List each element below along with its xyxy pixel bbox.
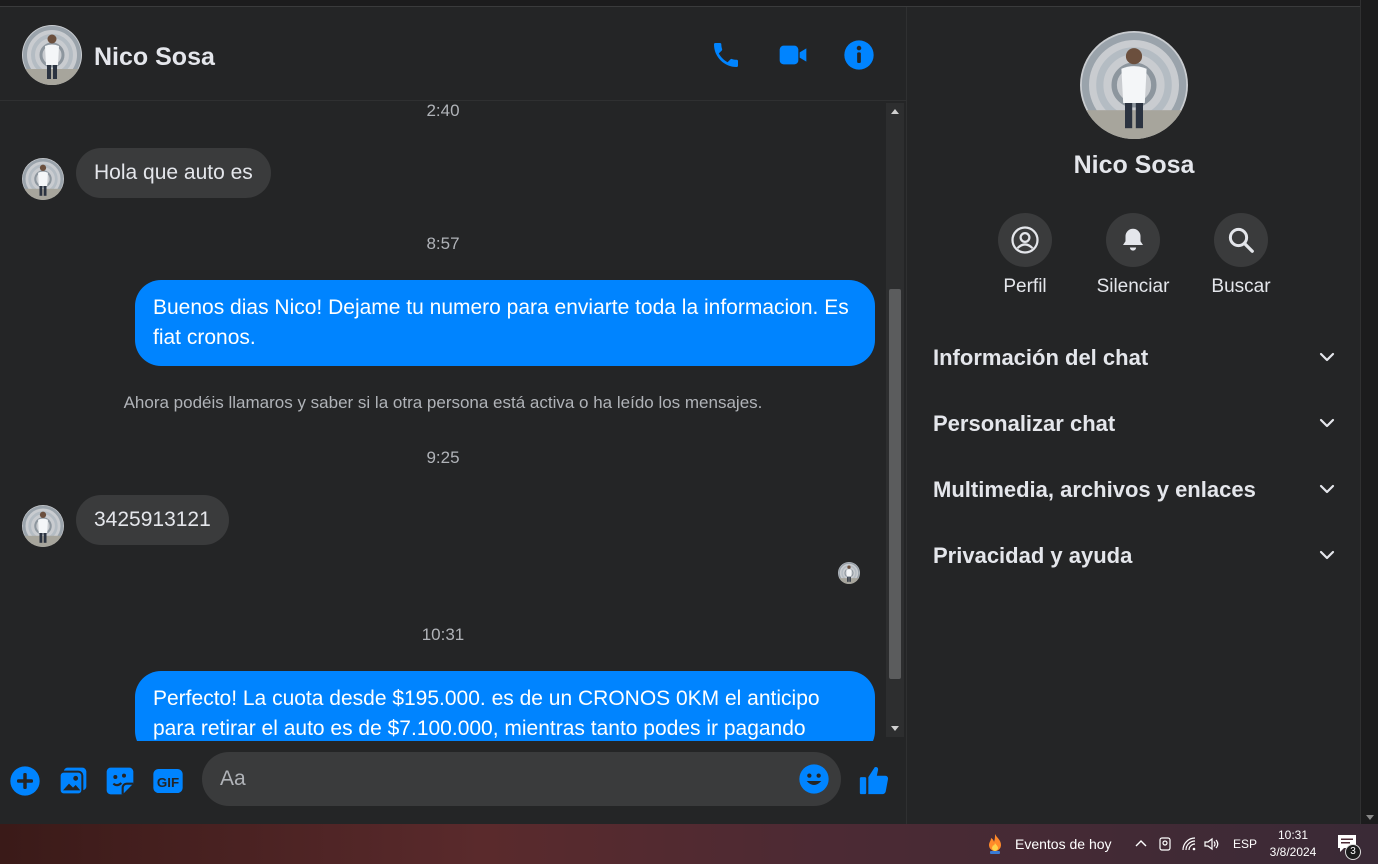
page-scrollbar[interactable] (1360, 0, 1378, 824)
mute-label: Silenciar (1096, 276, 1170, 297)
search-action[interactable]: Buscar (1187, 213, 1295, 298)
chat-scrollbar[interactable] (886, 103, 904, 737)
section-title: Personalizar chat (933, 411, 1116, 436)
chevron-up-icon[interactable] (1134, 824, 1148, 864)
thumbs-up-icon[interactable] (857, 763, 891, 797)
message-list: 2:40 Hola que auto es 8:57 Buenos dias N… (0, 101, 886, 741)
info-icon[interactable] (843, 39, 875, 71)
bell-icon[interactable] (1106, 213, 1160, 267)
message-input[interactable] (220, 752, 790, 806)
clock-date: 3/8/2024 (1269, 845, 1317, 859)
section-chat-info[interactable]: Información del chat (933, 337, 1337, 377)
section-title: Información del chat (933, 345, 1149, 370)
chevron-down-icon[interactable] (1317, 479, 1337, 499)
system-notice: Ahora podéis llamaros y saber si la otra… (123, 393, 763, 412)
message-input-box[interactable] (202, 752, 841, 806)
chevron-down-icon[interactable] (1317, 413, 1337, 433)
section-title: Multimedia, archivos y enlaces (933, 477, 1256, 502)
system-clock[interactable]: 10:31 3/8/2024 (1262, 827, 1324, 861)
profile-label: Perfil (1003, 276, 1047, 297)
svg-text:GIF: GIF (157, 775, 179, 790)
calendar-widget[interactable]: Eventos de hoy (985, 824, 1112, 864)
sticker-icon[interactable] (104, 765, 136, 797)
meet-now-icon[interactable] (1158, 824, 1172, 864)
calendar-widget-label: Eventos de hoy (1015, 836, 1112, 852)
section-title: Privacidad y ayuda (933, 543, 1133, 568)
timestamp: 8:57 (426, 234, 460, 253)
profile-action[interactable]: Perfil (971, 213, 1079, 298)
scroll-up-arrow[interactable] (891, 109, 899, 114)
sender-avatar[interactable] (22, 505, 64, 547)
incoming-message[interactable]: 3425913121 (76, 495, 229, 545)
page-scroll-down-arrow[interactable] (1366, 815, 1374, 820)
outgoing-message[interactable]: Buenos dias Nico! Dejame tu numero para … (135, 280, 875, 366)
photo-icon[interactable] (57, 765, 89, 797)
gif-icon[interactable]: GIF (152, 765, 184, 797)
windows-taskbar: Eventos de hoy ESP 10:31 3/8/2024 3 (0, 824, 1378, 864)
flame-icon (989, 834, 1001, 854)
sender-avatar[interactable] (22, 158, 64, 200)
language-indicator[interactable]: ESP (1233, 824, 1257, 864)
top-edge (0, 0, 1360, 7)
wifi-icon[interactable] (1182, 824, 1198, 864)
mute-action[interactable]: Silenciar (1079, 213, 1187, 298)
notification-count-badge: 3 (1345, 844, 1361, 860)
scroll-down-arrow[interactable] (891, 726, 899, 731)
incoming-message[interactable]: Hola que auto es (76, 148, 271, 198)
messenger-window: Nico Sosa 2:40 Hola que auto es 8:57 Bue… (0, 7, 1360, 824)
search-label: Buscar (1211, 276, 1271, 297)
chevron-down-icon[interactable] (1317, 545, 1337, 565)
section-privacy-help[interactable]: Privacidad y ayuda (933, 535, 1337, 575)
emoji-icon[interactable] (798, 763, 830, 795)
video-camera-icon[interactable] (777, 39, 809, 71)
search-icon[interactable] (1214, 213, 1268, 267)
message-composer: GIF (0, 741, 906, 824)
volume-icon[interactable] (1204, 824, 1220, 864)
plus-circle-icon[interactable] (9, 765, 41, 797)
contact-name[interactable]: Nico Sosa (94, 43, 215, 72)
profile-icon[interactable] (998, 213, 1052, 267)
scrollbar-thumb[interactable] (889, 289, 901, 679)
section-customize-chat[interactable]: Personalizar chat (933, 403, 1337, 443)
chat-header: Nico Sosa (0, 7, 906, 101)
conversation-info-panel: Nico Sosa Perfil Silenciar Buscar Inform… (906, 7, 1360, 824)
clock-time: 10:31 (1277, 828, 1309, 842)
chat-area: Nico Sosa 2:40 Hola que auto es 8:57 Bue… (0, 7, 906, 824)
outgoing-message[interactable]: Perfecto! La cuota desde $195.000. es de… (135, 671, 875, 741)
timestamp: 10:31 (421, 625, 465, 644)
phone-icon[interactable] (710, 39, 742, 71)
chevron-down-icon[interactable] (1317, 347, 1337, 367)
profile-photo[interactable] (1080, 31, 1188, 139)
timestamp: 2:40 (426, 101, 460, 120)
section-media-files-links[interactable]: Multimedia, archivos y enlaces (933, 469, 1337, 509)
contact-avatar[interactable] (22, 25, 82, 85)
panel-contact-name: Nico Sosa (1073, 151, 1195, 179)
timestamp: 9:25 (426, 448, 460, 467)
seen-receipt-avatar (838, 562, 860, 584)
